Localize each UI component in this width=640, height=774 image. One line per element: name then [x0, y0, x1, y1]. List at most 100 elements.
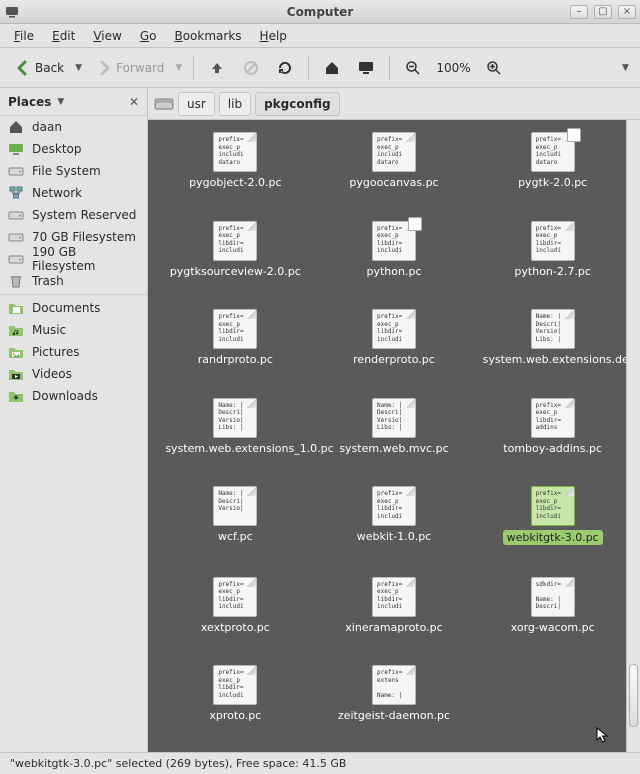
reload-button[interactable] — [270, 54, 300, 82]
file-label: renderproto.pc — [353, 353, 435, 366]
home-icon — [8, 119, 24, 135]
back-button[interactable]: Back — [8, 54, 71, 82]
file-item[interactable]: prefix=exec_pincludidataro↩pygtk-2.0.pc — [473, 132, 632, 207]
zoom-out-button[interactable] — [398, 54, 428, 82]
forward-label: Forward — [116, 61, 164, 75]
place-label: Videos — [32, 367, 72, 381]
home-button[interactable] — [317, 54, 347, 82]
file-thumbnail: sdkdir=Name: |Descri| — [531, 577, 575, 617]
file-item[interactable]: prefix=exec_plibdir=includi webkit-1.0.pc — [315, 486, 474, 563]
file-item[interactable]: prefix=exec_plibdir=includixextproto.pc — [156, 577, 315, 652]
place-label: Network — [32, 186, 82, 200]
file-item[interactable]: prefix=exec_pincludidataropygoocanvas.pc — [315, 132, 474, 207]
place-videos[interactable]: Videos — [0, 363, 147, 385]
file-item[interactable]: prefix=extensName: |zeitgeist-daemon.pc — [315, 665, 474, 740]
computer-icon — [358, 60, 374, 76]
window-title: Computer — [287, 5, 353, 19]
file-label: webkit-1.0.pc — [357, 530, 431, 543]
file-item[interactable]: prefix=exec_plibdir=includirenderproto.p… — [315, 309, 474, 384]
sidebar-close-icon[interactable]: ✕ — [129, 95, 139, 109]
path-segment-lib[interactable]: lib — [219, 92, 251, 116]
stop-icon — [243, 60, 259, 76]
place-downloads[interactable]: Downloads — [0, 385, 147, 407]
drive-icon — [8, 251, 24, 267]
file-item[interactable]: Name: |Descri|Versio|Libs: |system.web.m… — [315, 398, 474, 473]
reload-icon — [277, 60, 293, 76]
place-music[interactable]: Music — [0, 319, 147, 341]
toolbar-separator — [389, 56, 390, 80]
file-item[interactable]: prefix=exec_plibdir=includi pygtksourcevi… — [156, 221, 315, 296]
place-trash[interactable]: Trash — [0, 270, 147, 292]
place-network[interactable]: Network — [0, 182, 147, 204]
menu-edit[interactable]: Edit — [44, 27, 83, 45]
file-item[interactable]: Name: |Descri|Versio|Libs: |system.web.e… — [156, 398, 315, 473]
close-button[interactable]: × — [618, 5, 636, 19]
scrollbar[interactable] — [626, 120, 640, 752]
menu-bookmarks[interactable]: Bookmarks — [166, 27, 249, 45]
file-item[interactable]: prefix=exec_plibdir=includi↩python.pc — [315, 221, 474, 296]
place-pictures[interactable]: Pictures — [0, 341, 147, 363]
file-item[interactable]: prefix=exec_plibdir=includi webkitgtk-3.0… — [473, 486, 632, 563]
file-item[interactable]: Name: |Descri|Versio|wcf.pc — [156, 486, 315, 563]
place-label: 190 GB Filesystem — [32, 245, 139, 273]
drive-icon — [8, 229, 24, 245]
maximize-button[interactable]: ▢ — [594, 5, 612, 19]
file-thumbnail: prefix=exec_plibdir=addins — [531, 398, 575, 438]
scrollbar-thumb[interactable] — [629, 664, 638, 727]
forward-history-dropdown: ▼ — [175, 63, 185, 73]
place-file-system[interactable]: File System — [0, 160, 147, 182]
desktop-icon — [8, 141, 24, 157]
minimize-button[interactable]: – — [570, 5, 588, 19]
place-label: Documents — [32, 301, 100, 315]
menu-go[interactable]: Go — [132, 27, 165, 45]
file-label: python.pc — [366, 265, 421, 278]
file-item[interactable]: prefix=exec_plibdir=includixineramaproto… — [315, 577, 474, 652]
file-item[interactable]: prefix=exec_plibdir=includixproto.pc — [156, 665, 315, 740]
zoom-in-button[interactable] — [479, 54, 509, 82]
up-button[interactable] — [202, 54, 232, 82]
place-desktop[interactable]: Desktop — [0, 138, 147, 160]
place-daan[interactable]: daan — [0, 116, 147, 138]
place-190-gb-filesystem[interactable]: 190 GB Filesystem — [0, 248, 147, 270]
file-thumbnail: Name: |Descri|Versio|Libs: | — [372, 398, 416, 438]
toolbar-separator — [308, 56, 309, 80]
toolbar: Back ▼ Forward ▼ 100% ▼ — [0, 48, 640, 88]
toolbar-overflow-dropdown[interactable]: ▼ — [622, 63, 632, 73]
place-documents[interactable]: Documents — [0, 297, 147, 319]
path-root-icon[interactable] — [154, 94, 174, 114]
file-label: pygoocanvas.pc — [349, 176, 438, 189]
forward-arrow-icon — [96, 60, 112, 76]
menu-help[interactable]: Help — [252, 27, 295, 45]
file-thumbnail: prefix=exec_plibdir=includi — [372, 577, 416, 617]
file-item[interactable]: prefix=exec_plibdir=includirandrproto.pc — [156, 309, 315, 384]
file-item[interactable]: sdkdir=Name: |Descri|xorg-wacom.pc — [473, 577, 632, 652]
home-icon — [324, 60, 340, 76]
file-item[interactable]: prefix=exec_pincludidataropygobject-2.0.… — [156, 132, 315, 207]
file-label: system.web.extensions_1.0.pc — [165, 442, 305, 455]
sidebar-mode-dropdown[interactable]: ▼ — [57, 97, 64, 107]
place-system-reserved[interactable]: System Reserved — [0, 204, 147, 226]
file-label: wcf.pc — [218, 530, 253, 543]
file-item[interactable]: Name: |Descri|Versio|Libs: |system.web.e… — [473, 309, 632, 384]
file-label: webkitgtk-3.0.pc — [503, 530, 603, 545]
file-item[interactable]: prefix=exec_plibdir=addinstomboy-addins.… — [473, 398, 632, 473]
back-history-dropdown[interactable]: ▼ — [75, 63, 85, 73]
file-thumbnail: prefix=exec_plibdir=includi — [531, 486, 575, 526]
menu-view[interactable]: View — [85, 27, 129, 45]
file-label: randrproto.pc — [198, 353, 273, 366]
path-segment-pkgconfig[interactable]: pkgconfig — [255, 92, 340, 116]
file-thumbnail: prefix=exec_plibdir=includi — [213, 665, 257, 705]
menu-file[interactable]: File — [6, 27, 42, 45]
toolbar-separator — [193, 56, 194, 80]
file-label: pygtksourceview-2.0.pc — [170, 265, 301, 278]
drive-icon — [8, 163, 24, 179]
file-item[interactable]: prefix=exec_plibdir=includipython-2.7.pc — [473, 221, 632, 296]
computer-button[interactable] — [351, 54, 381, 82]
file-thumbnail: prefix=exec_pincludidataro — [213, 132, 257, 172]
file-grid[interactable]: prefix=exec_pincludidataropygobject-2.0.… — [148, 120, 640, 752]
file-thumbnail: prefix=exec_plibdir=includi — [372, 486, 416, 526]
drive-icon — [8, 207, 24, 223]
path-segment-usr[interactable]: usr — [178, 92, 215, 116]
file-thumbnail: prefix=exec_plibdir=includi — [213, 221, 257, 261]
status-text: "webkitgtk-3.0.pc" selected (269 bytes),… — [10, 757, 346, 770]
